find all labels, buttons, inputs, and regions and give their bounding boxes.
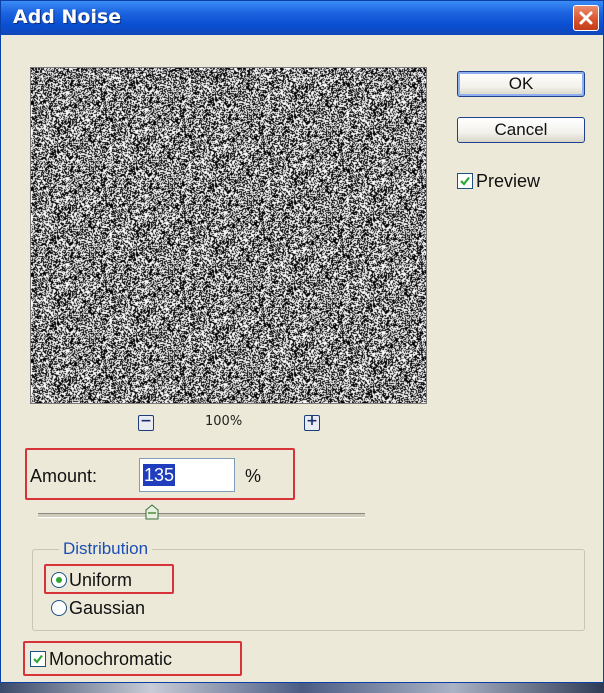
uniform-label: Uniform [69,570,133,590]
title-bar[interactable]: Add Noise [1,1,603,35]
uniform-radio[interactable] [51,572,67,588]
checkmark-icon [460,176,470,186]
amount-label: Amount: [30,466,98,486]
dialog-title: Add Noise [13,6,122,28]
ok-button[interactable]: OK [457,71,585,97]
amount-unit: % [245,466,262,486]
monochromatic-label: Monochromatic [49,649,173,669]
zoom-level: 100% [205,414,243,429]
amount-input[interactable]: 135 [139,458,235,492]
radio-selected-dot [56,577,62,583]
background-strip [0,683,604,693]
monochromatic-checkbox[interactable] [30,651,46,667]
amount-slider-track[interactable] [38,513,365,518]
checkmark-icon [33,654,43,664]
amount-value: 135 [143,464,176,486]
gaussian-radio[interactable] [51,600,67,616]
gaussian-label: Gaussian [69,598,146,618]
minus-icon: − [140,413,152,429]
preview-checkbox[interactable] [457,173,473,189]
noise-preview-canvas [31,68,426,403]
zoom-out-button[interactable]: − [138,413,154,431]
plus-icon: + [306,413,318,429]
close-icon [579,11,593,25]
distribution-title: Distribution [59,539,153,559]
zoom-in-button[interactable]: + [304,413,320,431]
add-noise-dialog: Add Noise OK Cancel Preview − 100% + Amo… [0,0,604,683]
close-button[interactable] [573,5,599,31]
preview-label: Preview [476,171,541,191]
amount-slider-thumb[interactable] [145,504,159,520]
noise-preview[interactable] [30,67,427,404]
cancel-button[interactable]: Cancel [457,117,585,143]
